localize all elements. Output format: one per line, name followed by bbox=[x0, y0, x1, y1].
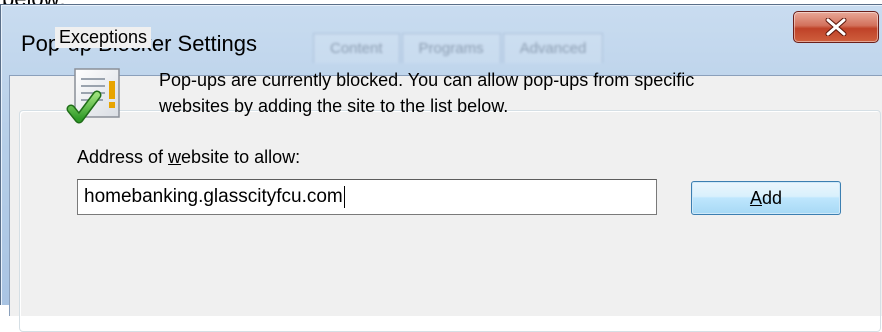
popup-blocker-settings-dialog: Pop-up Blocker Settings Content Programs… bbox=[0, 4, 882, 332]
exceptions-description: Pop-ups are currently blocked. You can a… bbox=[159, 67, 839, 119]
description-line-1: Pop-ups are currently blocked. You can a… bbox=[159, 70, 695, 90]
description-line-2: websites by adding the site to the list … bbox=[159, 96, 509, 116]
website-address-value: homebanking.glasscityfcu.com bbox=[84, 186, 343, 207]
close-x-icon bbox=[825, 18, 847, 36]
close-button[interactable] bbox=[793, 11, 879, 43]
address-field-label: Address of website to allow: bbox=[77, 147, 300, 168]
background-tab-content: Content bbox=[313, 33, 400, 63]
background-tab-advanced: Advanced bbox=[502, 33, 604, 63]
text-caret bbox=[343, 186, 345, 208]
address-label-accesskey: w bbox=[168, 147, 182, 167]
add-button-label: dd bbox=[761, 187, 783, 208]
add-button-accesskey: A bbox=[749, 187, 762, 208]
address-label-prefix: Address of bbox=[77, 147, 169, 167]
notepad-checkmark-icon bbox=[66, 68, 120, 124]
website-address-input[interactable]: homebanking.glasscityfcu.com bbox=[77, 179, 657, 215]
address-label-suffix: ebsite to allow: bbox=[181, 147, 301, 167]
background-tab-strip: Content Programs Advanced bbox=[313, 33, 605, 63]
add-button[interactable]: Add bbox=[691, 181, 841, 215]
background-tab-programs: Programs bbox=[401, 33, 501, 63]
exceptions-group-title: Exceptions bbox=[55, 27, 152, 48]
